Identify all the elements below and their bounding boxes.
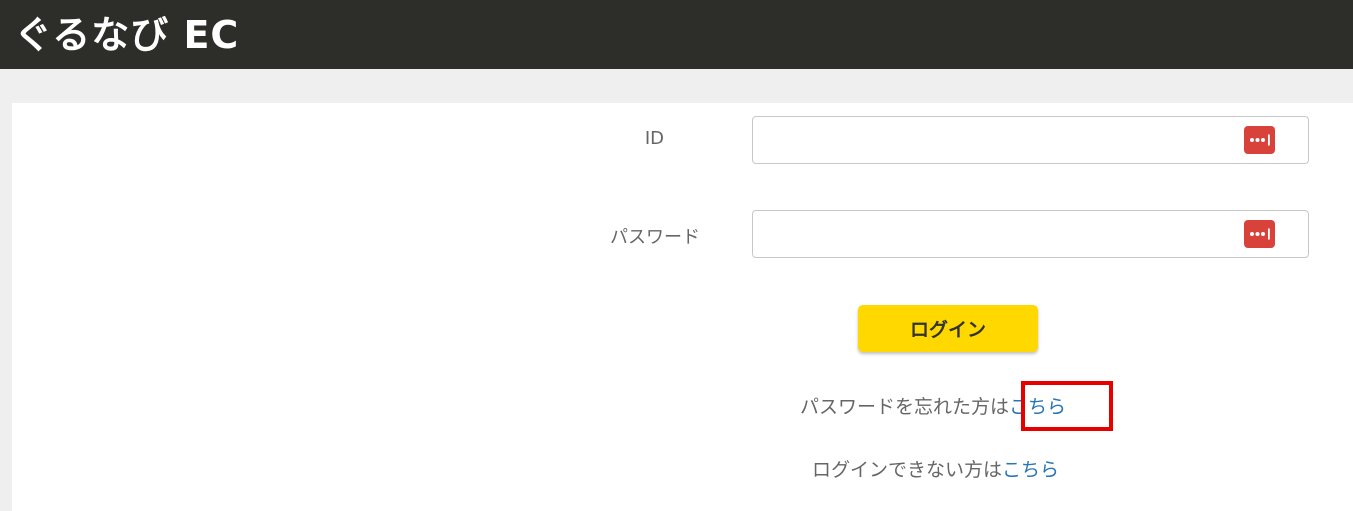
- login-button[interactable]: ログイン: [858, 305, 1038, 352]
- id-label: ID: [644, 128, 664, 149]
- forgot-password-link[interactable]: こちら: [1009, 396, 1066, 418]
- lastpass-icon[interactable]: [1244, 220, 1275, 248]
- lastpass-icon[interactable]: [1244, 126, 1275, 154]
- site-header: ぐるなび EC: [0, 0, 1353, 69]
- forgot-password-prefix: パスワードを忘れた方は: [800, 396, 1010, 418]
- id-input[interactable]: [753, 117, 1257, 163]
- password-input[interactable]: [753, 211, 1257, 257]
- password-label: パスワード: [610, 227, 700, 248]
- forgot-password-text: パスワードを忘れた方はこちら: [800, 392, 1066, 419]
- cannot-login-text: ログインできない方はこちら: [812, 455, 1059, 482]
- id-field[interactable]: [752, 116, 1309, 164]
- cannot-login-prefix: ログインできない方は: [812, 459, 1003, 481]
- password-field[interactable]: [752, 210, 1309, 258]
- login-panel: [12, 103, 1353, 511]
- cannot-login-link[interactable]: こちら: [1002, 459, 1059, 481]
- gurunavi-ec-logo[interactable]: ぐるなび EC: [14, 10, 239, 60]
